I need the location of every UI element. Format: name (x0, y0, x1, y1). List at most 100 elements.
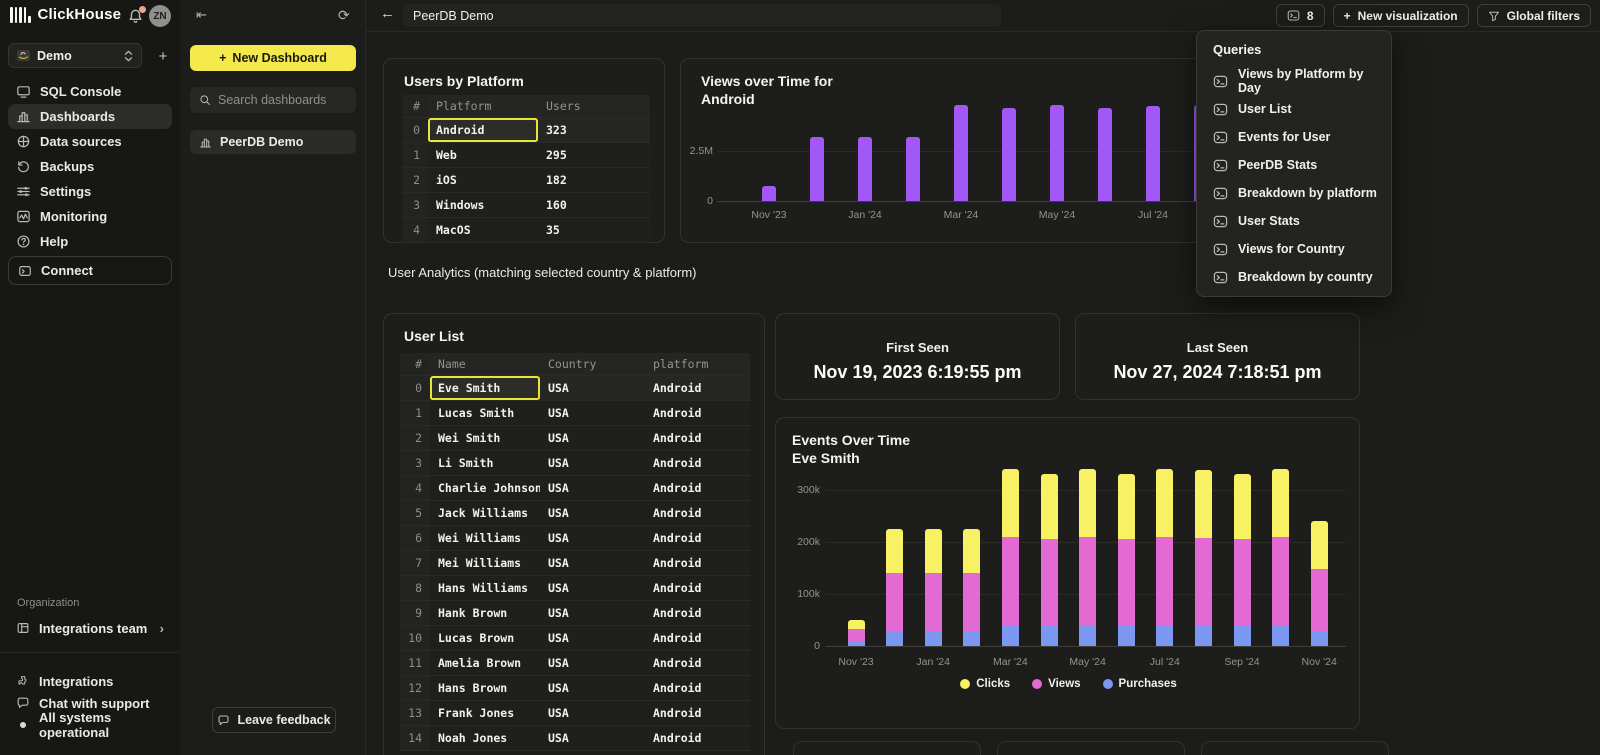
cell[interactable]: Li Smith (430, 451, 540, 476)
cell[interactable]: USA (540, 701, 645, 726)
sidebar-item-help[interactable]: Help (8, 229, 172, 254)
cell[interactable]: Charlie Johnson (430, 476, 540, 501)
cell[interactable]: 10 (400, 626, 430, 651)
cell[interactable]: USA (540, 501, 645, 526)
cell[interactable]: USA (540, 451, 645, 476)
cell[interactable]: USA (540, 726, 645, 751)
cell[interactable]: Android (645, 701, 750, 726)
cell[interactable]: 4 (402, 218, 428, 243)
selected-cell[interactable]: Android (428, 118, 538, 143)
global-filters-button[interactable]: Global filters (1477, 4, 1591, 27)
cell[interactable]: 1 (400, 401, 430, 426)
cell[interactable]: USA (540, 651, 645, 676)
cell[interactable]: Hans Brown (430, 676, 540, 701)
new-visualization-button[interactable]: + New visualization (1333, 4, 1469, 27)
cell[interactable]: Wei Williams (430, 526, 540, 551)
cell[interactable]: 3 (402, 193, 428, 218)
cell[interactable]: 14 (400, 726, 430, 751)
cell[interactable]: 35 (538, 218, 650, 243)
cell[interactable]: USA (540, 601, 645, 626)
legend-item[interactable]: Purchases (1103, 678, 1177, 690)
cell[interactable]: 12 (400, 676, 430, 701)
system-status[interactable]: All systems operational (8, 714, 172, 736)
dashboard-list-item[interactable]: PeerDB Demo (190, 130, 356, 154)
cell[interactable]: USA (540, 676, 645, 701)
cell[interactable]: 9 (400, 601, 430, 626)
search-dashboards-input[interactable]: Search dashboards (190, 87, 356, 113)
cell[interactable]: 160 (538, 193, 650, 218)
cell[interactable]: 2 (400, 426, 430, 451)
legend-item[interactable]: Clicks (960, 678, 1010, 690)
connect-button[interactable]: Connect (8, 256, 172, 285)
cell[interactable]: USA (540, 426, 645, 451)
cell[interactable]: Android (645, 451, 750, 476)
table-row[interactable]: 0Eve SmithUSAAndroid (400, 376, 750, 401)
cell[interactable]: 11 (400, 651, 430, 676)
cell[interactable]: 323 (538, 118, 650, 143)
query-menu-item[interactable]: User List (1213, 95, 1383, 123)
cell[interactable]: USA (540, 526, 645, 551)
new-dashboard-button[interactable]: + New Dashboard (190, 45, 356, 71)
cell[interactable]: 295 (538, 143, 650, 168)
service-select[interactable]: Demo (8, 43, 142, 68)
sidebar-item-settings[interactable]: Settings (8, 179, 172, 204)
cell[interactable]: 0 (400, 376, 430, 401)
cell[interactable]: 0 (402, 118, 428, 143)
legend-item[interactable]: Views (1032, 678, 1080, 690)
cell[interactable]: Android (645, 601, 750, 626)
cell[interactable]: 4 (400, 476, 430, 501)
cell[interactable]: Noah Jones (430, 726, 540, 751)
query-menu-item[interactable]: Views by Platform by Day (1213, 67, 1383, 95)
sidebar-item-integrations[interactable]: Integrations (8, 670, 172, 692)
cell[interactable]: USA (540, 476, 645, 501)
dashboard-title-input[interactable]: PeerDB Demo (403, 4, 1001, 27)
table-row[interactable]: 13Frank JonesUSAAndroid (400, 701, 750, 726)
table-row[interactable]: 2Wei SmithUSAAndroid (400, 426, 750, 451)
table-row[interactable]: 1Lucas SmithUSAAndroid (400, 401, 750, 426)
table-row[interactable]: 10Lucas BrownUSAAndroid (400, 626, 750, 651)
table-row[interactable]: 8Hans WilliamsUSAAndroid (400, 576, 750, 601)
cell[interactable]: Amelia Brown (430, 651, 540, 676)
query-menu-item[interactable]: Events for User (1213, 123, 1383, 151)
cell[interactable]: Jack Williams (430, 501, 540, 526)
cell[interactable]: USA (540, 376, 645, 401)
table-row[interactable]: 6Wei WilliamsUSAAndroid (400, 526, 750, 551)
add-service-button[interactable]: + (153, 46, 173, 66)
table-row[interactable]: 4Charlie JohnsonUSAAndroid (400, 476, 750, 501)
table-row[interactable]: 9Hank BrownUSAAndroid (400, 601, 750, 626)
query-menu-item[interactable]: Breakdown by country (1213, 263, 1383, 291)
sidebar-item-data-sources[interactable]: Data sources (8, 129, 172, 154)
queries-count-button[interactable]: 8 (1276, 4, 1325, 27)
cell[interactable]: Android (645, 476, 750, 501)
cell[interactable]: Mei Williams (430, 551, 540, 576)
table-row[interactable]: 0Android323 (402, 118, 650, 143)
cell[interactable]: Android (645, 501, 750, 526)
table-row[interactable]: 7Mei WilliamsUSAAndroid (400, 551, 750, 576)
table-row[interactable]: 14Noah JonesUSAAndroid (400, 726, 750, 751)
cell[interactable]: Android (645, 651, 750, 676)
cell[interactable]: USA (540, 401, 645, 426)
collapse-panel-icon[interactable]: ⇤ (196, 7, 207, 23)
refresh-icon[interactable]: ⟳ (338, 7, 350, 24)
sidebar-item-sql-console[interactable]: SQL Console (8, 79, 172, 104)
cell[interactable]: USA (540, 576, 645, 601)
cell[interactable]: Android (645, 676, 750, 701)
table-row[interactable]: 4MacOS35 (402, 218, 650, 243)
cell[interactable]: Android (645, 551, 750, 576)
cell[interactable]: MacOS (428, 218, 538, 243)
cell[interactable]: Android (645, 526, 750, 551)
cell[interactable]: 1 (402, 143, 428, 168)
sidebar-item-dashboards[interactable]: Dashboards (8, 104, 172, 129)
cell[interactable]: 8 (400, 576, 430, 601)
cell[interactable]: Frank Jones (430, 701, 540, 726)
cell[interactable]: Android (645, 401, 750, 426)
cell[interactable]: USA (540, 626, 645, 651)
query-menu-item[interactable]: Breakdown by platform (1213, 179, 1383, 207)
cell[interactable]: Android (645, 376, 750, 401)
table-row[interactable]: 1Web295 (402, 143, 650, 168)
query-menu-item[interactable]: PeerDB Stats (1213, 151, 1383, 179)
cell[interactable]: Hans Williams (430, 576, 540, 601)
cell[interactable]: Android (645, 626, 750, 651)
sidebar-item-integrations-team[interactable]: Integrations team › (8, 615, 172, 641)
cell[interactable]: 182 (538, 168, 650, 193)
